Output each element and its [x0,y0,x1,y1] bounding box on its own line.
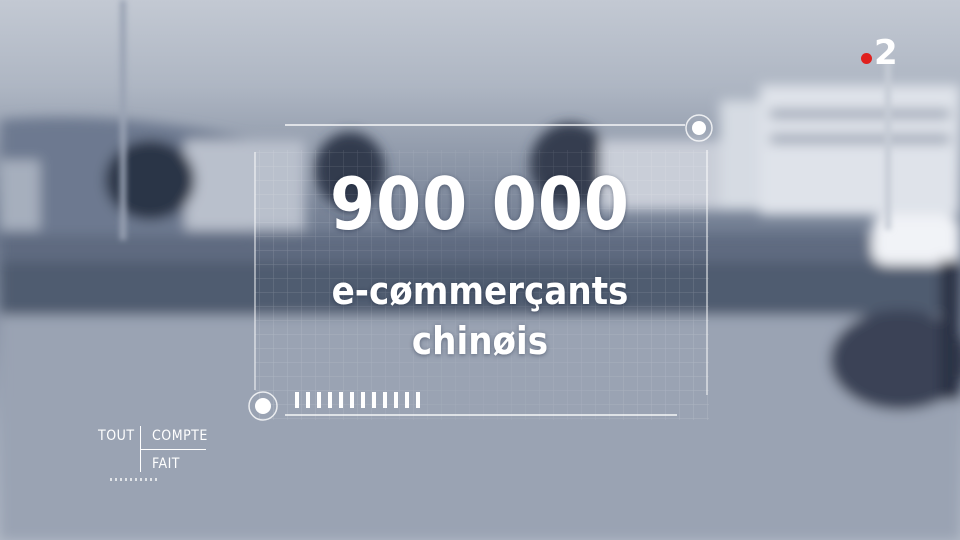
logo-dot [861,53,872,64]
progress-tick [306,392,310,408]
progress-tick [361,392,365,408]
progress-tick [328,392,332,408]
show-logo-divider-horizontal [140,449,206,450]
progress-tick [339,392,343,408]
progress-tick [394,392,398,408]
show-logo-word-1: TOUT [98,428,135,444]
progress-tick [295,392,299,408]
headline-number: 900 000 [330,162,630,246]
progress-tick [416,392,420,408]
progress-tick [405,392,409,408]
progress-tick [317,392,321,408]
logo-number: 2 [874,33,898,73]
headline-line-2: chinøis [411,319,549,363]
channel-logo: 2 [858,33,908,74]
headline-line-1: e-cømmerçants [331,269,629,313]
progress-tick [372,392,376,408]
show-logo-word-3: FAIT [152,456,180,472]
show-logo-ticks [110,478,160,481]
show-logo: TOUT COMPTE FAIT [96,424,216,488]
progress-tick [350,392,354,408]
show-logo-word-2: COMPTE [152,428,208,444]
target-icon-top-right [685,114,713,142]
progress-tick [383,392,387,408]
